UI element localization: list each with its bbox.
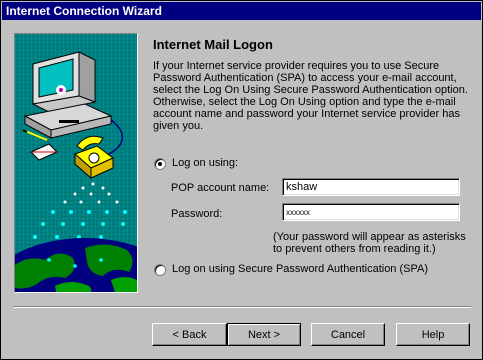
spa-label[interactable]: Log on using Secure Password Authenticat… — [172, 263, 428, 275]
logon-using-label[interactable]: Log on using: — [172, 157, 238, 169]
cancel-button[interactable]: Cancel — [311, 323, 385, 346]
pop-account-label: POP account name: — [171, 182, 270, 194]
password-label: Password: — [171, 208, 223, 220]
wizard-window: Internet Connection Wizard Internet Mail… — [0, 0, 483, 360]
page-description: If your Internet service provider requir… — [153, 60, 468, 132]
window-title: Internet Connection Wizard — [6, 4, 162, 18]
password-input[interactable] — [282, 203, 460, 221]
help-button[interactable]: Help — [396, 323, 470, 346]
radio-selected-dot — [158, 162, 162, 166]
button-separator — [14, 306, 471, 308]
wizard-illustration — [14, 33, 138, 293]
pop-account-input[interactable] — [282, 178, 460, 196]
password-note: (Your password will appear as asterisks … — [273, 231, 466, 255]
next-button[interactable]: Next > — [227, 323, 301, 346]
title-bar[interactable]: Internet Connection Wizard — [2, 2, 481, 20]
logon-using-radio[interactable] — [154, 158, 166, 170]
back-button[interactable]: < Back — [152, 323, 227, 346]
page-heading: Internet Mail Logon — [153, 37, 273, 52]
spa-radio[interactable] — [154, 264, 166, 276]
